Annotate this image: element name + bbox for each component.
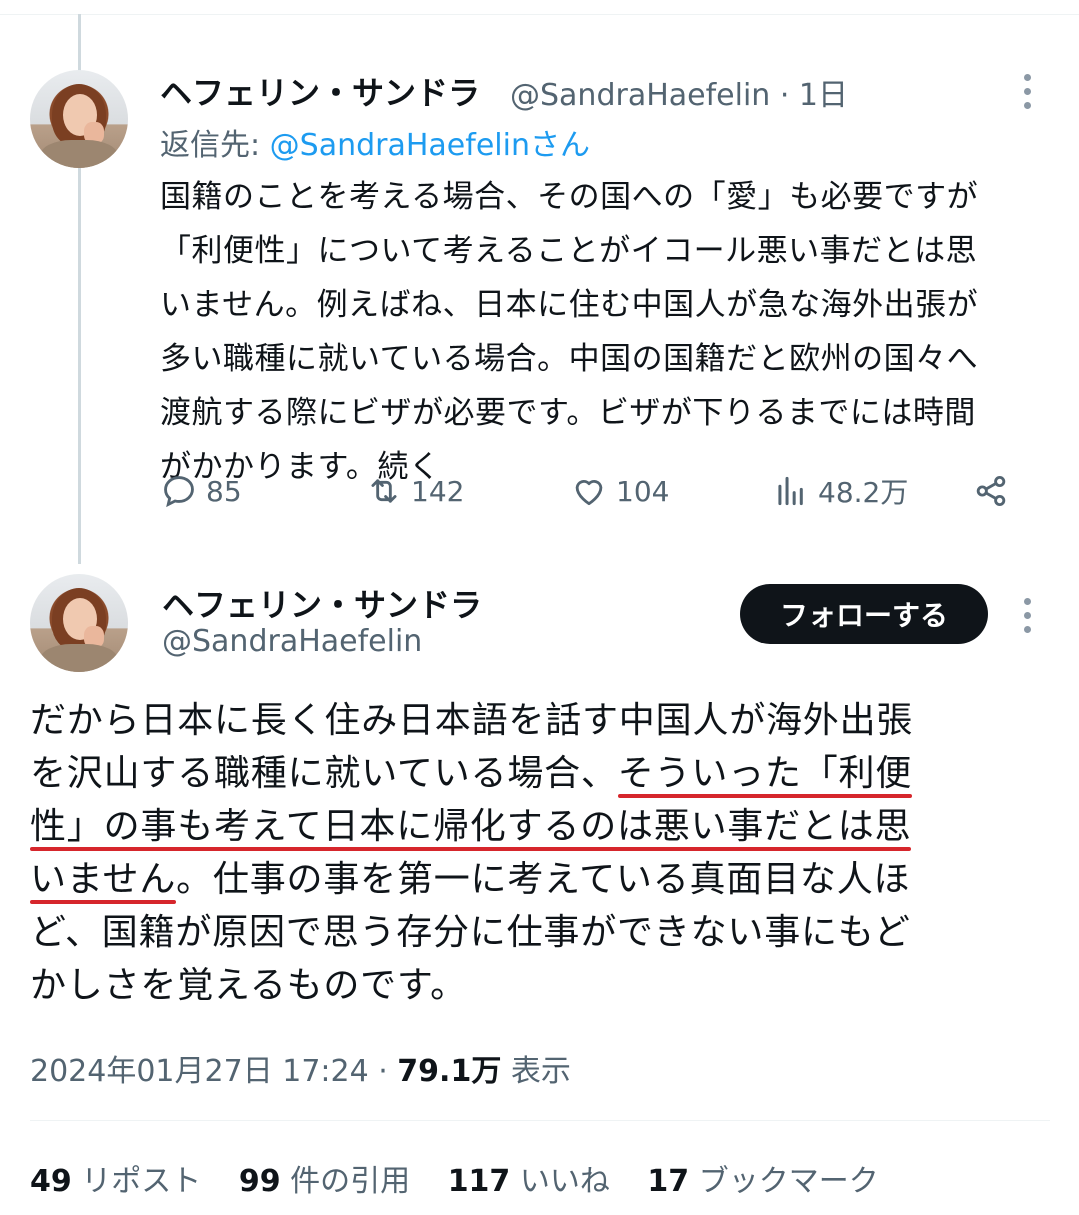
tweet-text-line: ど、国籍が原因で思う存分に仕事ができない事にもど bbox=[30, 912, 911, 953]
reply-to-prefix: 返信先: bbox=[160, 128, 270, 163]
likes-stat[interactable]: 117 いいね bbox=[448, 1164, 610, 1199]
quotes-stat[interactable]: 99 件の引用 bbox=[239, 1164, 410, 1199]
author-name[interactable]: ヘフェリン・サンドラ bbox=[160, 68, 480, 114]
repost-icon bbox=[371, 479, 397, 503]
views-count: 48.2万 bbox=[818, 476, 909, 509]
like-icon bbox=[575, 480, 603, 506]
share-button[interactable] bbox=[972, 466, 1018, 516]
share-icon bbox=[976, 475, 1006, 507]
text-segment: 。仕事の事を第一に考えている真面目な人ほ bbox=[176, 859, 911, 900]
tweet-text-line: 渡航する際にビザが必要です。ビザが下りるまでには時間 bbox=[160, 395, 976, 431]
repost-count: 142 bbox=[411, 474, 465, 508]
reposts-label: リポスト bbox=[71, 1164, 202, 1199]
divider bbox=[30, 1120, 1050, 1121]
reposts-stat[interactable]: 49 リポスト bbox=[30, 1164, 201, 1199]
views-icon bbox=[778, 476, 803, 506]
handle-text[interactable]: @SandraHaefelin bbox=[510, 78, 770, 113]
reply-to-link[interactable]: @SandraHaefelinさん bbox=[270, 128, 590, 163]
tweet-actions: 85 142 104 48.2万 bbox=[160, 466, 1020, 516]
avatar[interactable] bbox=[30, 70, 128, 168]
tweet-text-line: 多い職種に就いている場合。中国の国籍だと欧州の国々へ bbox=[160, 341, 979, 377]
engagement-stats: 49 リポスト 99 件の引用 117 いいね 17 ブックマーク bbox=[30, 1156, 907, 1200]
reply-icon bbox=[164, 476, 194, 508]
tweet-text-line: いません。例えばね、日本に住む中国人が急な海外出張が bbox=[160, 287, 979, 323]
bookmarks-label: ブックマーク bbox=[689, 1164, 879, 1199]
post-time[interactable]: · 1日 bbox=[780, 78, 848, 113]
reply-button[interactable]: 85 bbox=[160, 466, 242, 516]
author-name[interactable]: ヘフェリン・サンドラ bbox=[162, 580, 482, 626]
reply-to-line: 返信先: @SandraHaefelinさん bbox=[160, 120, 590, 164]
follow-button[interactable]: フォローする bbox=[740, 584, 988, 644]
like-button[interactable]: 104 bbox=[570, 466, 669, 516]
bookmarks-stat[interactable]: 17 ブックマーク bbox=[647, 1164, 878, 1199]
views-label: 表示 bbox=[501, 1054, 571, 1089]
reply-count: 85 bbox=[206, 474, 242, 508]
repost-button[interactable]: 142 bbox=[365, 466, 464, 516]
tweet-text-line: を沢山する職種に就いている場合、そういった「利便 bbox=[30, 747, 1050, 800]
bookmarks-count: 17 bbox=[647, 1164, 690, 1199]
tweet-meta: 2024年01月27日 17:24 · 79.1万 表示 bbox=[30, 1046, 571, 1090]
quotes-label: 件の引用 bbox=[280, 1164, 411, 1199]
reposts-count: 49 bbox=[30, 1164, 72, 1199]
tweet-text: だから日本に長く住み日本語を話す中国人が海外出張 を沢山する職種に就いている場合… bbox=[30, 694, 1050, 1012]
tweet-text-line: 「利便性」について考えることがイコール悪い事だとは思 bbox=[160, 233, 978, 269]
tweet-text-line: かしさを覚えるものです。 bbox=[30, 965, 467, 1006]
underlined-text: 性」の事も考えて日本に帰化するのは悪い事だとは思 bbox=[30, 806, 912, 847]
more-icon[interactable] bbox=[1024, 598, 1034, 640]
tweet-text-line: 国籍のことを考える場合、その国への「愛」も必要ですが bbox=[160, 179, 979, 215]
like-count: 104 bbox=[616, 474, 670, 508]
timestamp[interactable]: 2024年01月27日 17:24 · bbox=[30, 1054, 397, 1089]
author-handle[interactable]: @SandraHaefelin · 1日 bbox=[510, 70, 848, 114]
tweet-text-line: いません。仕事の事を第一に考えている真面目な人ほ bbox=[30, 853, 1050, 906]
likes-count: 117 bbox=[447, 1164, 511, 1199]
views-count: 79.1万 bbox=[397, 1054, 502, 1089]
views-button[interactable]: 48.2万 bbox=[772, 466, 908, 516]
underlined-text: そういった「利便 bbox=[617, 753, 913, 794]
text-segment: を沢山する職種に就いている場合、 bbox=[30, 753, 618, 794]
author-handle[interactable]: @SandraHaefelin bbox=[162, 624, 422, 659]
likes-label: いいね bbox=[510, 1164, 610, 1199]
underlined-text: いません bbox=[30, 859, 177, 900]
tweet-text-line: だから日本に長く住み日本語を話す中国人が海外出張 bbox=[30, 700, 914, 741]
top-divider bbox=[0, 14, 1079, 15]
quotes-count: 99 bbox=[238, 1164, 281, 1199]
tweet-text-line: 性」の事も考えて日本に帰化するのは悪い事だとは思 bbox=[30, 800, 1050, 853]
more-icon[interactable] bbox=[1024, 74, 1034, 116]
avatar[interactable] bbox=[30, 574, 128, 672]
tweet-text: 国籍のことを考える場合、その国への「愛」も必要ですが 「利便性」について考えるこ… bbox=[160, 170, 1050, 494]
